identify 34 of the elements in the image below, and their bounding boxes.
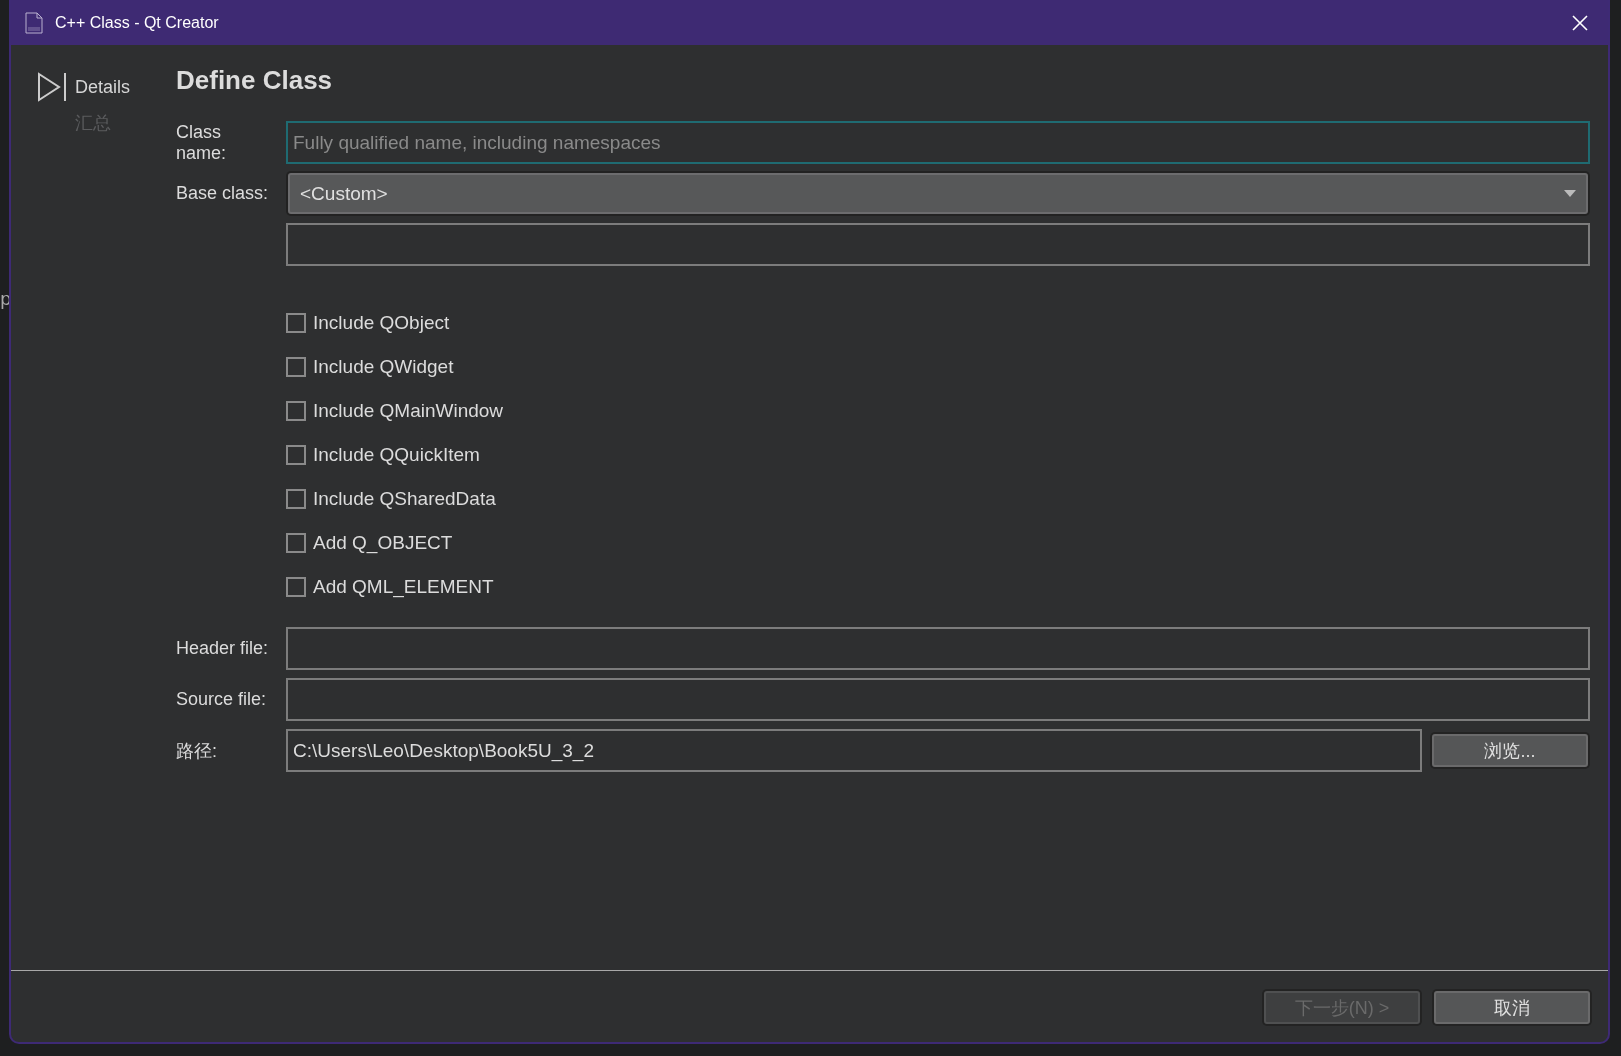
base-class-dropdown[interactable]: <Custom> — [288, 173, 1588, 214]
checkbox[interactable] — [286, 532, 306, 553]
page-title: Define Class — [176, 65, 334, 97]
path-field[interactable]: C:\Users\Leo\Desktop\Book5U_3_2 — [286, 729, 1422, 772]
field-label: Class name: — [176, 121, 228, 164]
current-step-icon — [37, 71, 67, 103]
field-label: 路径: — [176, 739, 218, 763]
source-file-field[interactable] — [286, 678, 1590, 721]
caret-icon — [1564, 190, 1576, 197]
wizard-step: Details — [75, 76, 131, 98]
checkbox-label[interactable]: Add QML_ELEMENT — [313, 575, 494, 598]
checkbox-label[interactable]: Include QSharedData — [313, 487, 496, 510]
checkbox-label[interactable]: Include QMainWindow — [313, 399, 504, 422]
field-label: Header file: — [176, 638, 270, 659]
class-name-field[interactable]: Fully qualified name, including namespaces — [286, 121, 1590, 164]
checkbox[interactable] — [286, 444, 306, 465]
field-label: Source file: — [176, 689, 268, 710]
checkbox[interactable] — [286, 400, 306, 421]
window-title: C++ Class - Qt Creator — [55, 13, 219, 32]
checkbox[interactable] — [286, 488, 306, 509]
checkbox[interactable] — [286, 356, 306, 377]
browse-button[interactable]: 浏览... — [1432, 734, 1588, 767]
checkbox-label[interactable]: Include QWidget — [313, 355, 454, 378]
checkbox[interactable] — [286, 312, 306, 333]
checkbox-label[interactable]: Include QObject — [313, 311, 450, 334]
file-icon — [25, 11, 43, 34]
checkbox[interactable] — [286, 576, 306, 597]
input-field[interactable] — [286, 223, 1590, 266]
cancel-button[interactable]: 取消 — [1434, 991, 1590, 1024]
close-icon[interactable] — [1572, 14, 1588, 31]
checkbox-label[interactable]: Include QQuickItem — [313, 443, 480, 466]
checkbox-label[interactable]: Add Q_OBJECT — [313, 531, 453, 554]
header-file-field[interactable] — [286, 627, 1590, 670]
field-label: Base class: — [176, 183, 270, 204]
